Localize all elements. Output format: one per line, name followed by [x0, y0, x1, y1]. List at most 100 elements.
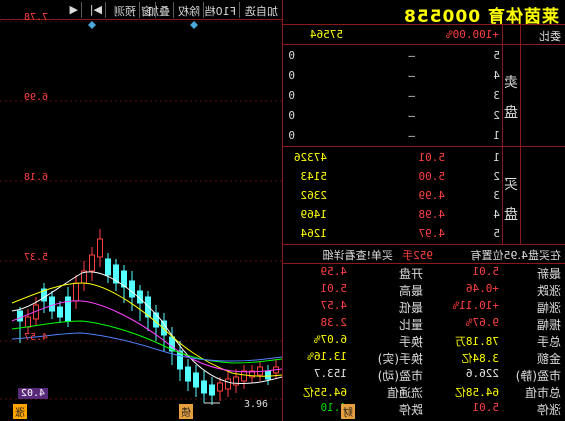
order-level: 4: [493, 69, 500, 82]
order-volume: 0: [288, 129, 295, 142]
date-marker: 涨: [13, 404, 27, 419]
weibi-label: 委比: [539, 30, 561, 43]
order-volume: 1264: [300, 227, 328, 240]
quote-label: 总手: [536, 335, 561, 349]
buy-order-row: 1 5.01 47326: [283, 148, 565, 168]
quote-value: +0.46: [465, 282, 499, 295]
toolbar-separator: [239, 2, 240, 18]
order-price: 5.00: [418, 170, 446, 183]
quote-value: 64.55亿: [302, 386, 347, 399]
candle-body: [201, 380, 207, 394]
quote-value: 153.7: [313, 367, 347, 380]
order-level: 5: [493, 227, 500, 240]
quote-label: 市盈(静): [515, 369, 561, 383]
quote-value: 5.01: [472, 401, 500, 414]
price-axis-label: 6.99: [23, 92, 48, 103]
quote-label: 总市值: [524, 386, 561, 400]
candle-body: [25, 316, 31, 328]
order-price: —: [408, 49, 415, 62]
quote-label: 换手: [398, 335, 423, 349]
order-volume: 2362: [300, 189, 328, 202]
price-axis-label: 4.57: [23, 332, 48, 343]
order-level: 3: [493, 89, 500, 102]
quote-label: 流通值: [386, 386, 423, 400]
date-marker: 债: [179, 404, 193, 419]
order-bar-text: 在买盘4.95位置有: [470, 249, 562, 262]
order-volume: 0: [288, 89, 295, 102]
toolbar-item[interactable]: 加自选: [245, 3, 278, 19]
toolbar-item[interactable]: 窗: [141, 3, 152, 19]
weibi-row: 委比 +100.00% 57564: [283, 25, 565, 45]
quote-value: 5.01: [472, 265, 500, 278]
quote-label: 涨停: [536, 403, 561, 417]
quote-value: 9.67%: [465, 316, 499, 329]
quote-value: 64.58亿: [454, 386, 499, 399]
quote-value: 5.01: [320, 282, 348, 295]
order-price: —: [408, 89, 415, 102]
toolbar-separator: [105, 2, 106, 18]
price-axis-label: 6.18: [23, 172, 48, 183]
candle-body: [65, 296, 71, 322]
order-bar-num: 952手: [402, 249, 433, 262]
quote-value: 78.18万: [454, 335, 499, 348]
quote-label: 振幅: [536, 318, 561, 332]
sell-order-row: 2 — 0: [283, 106, 565, 126]
toolbar-separator: [203, 2, 204, 18]
moving-average-line: [11, 332, 282, 362]
order-price: 5.01: [418, 151, 446, 164]
candle-body: [73, 282, 79, 302]
quote-label: 金额: [536, 352, 561, 366]
quote-value: 4.57: [320, 299, 348, 312]
kline-chart[interactable]: 3.96: [0, 21, 282, 421]
toolbar-item[interactable]: ◀: [70, 3, 78, 16]
candle-body: [57, 306, 63, 318]
toolbar-item[interactable]: ▶|: [90, 3, 102, 16]
quote-panel: 莱茵体育 000558 委比 +100.00% 57564 卖 盘 5—0 4—0…: [283, 0, 565, 421]
quote-label: 最高: [398, 284, 423, 298]
quote-label: 换手(实): [377, 352, 423, 366]
order-level: 4: [493, 208, 500, 221]
weibi-value: +100.00%: [446, 28, 499, 41]
price-axis-label: 7.78: [23, 12, 48, 23]
candle-body: [129, 280, 135, 298]
quote-value: 2.38: [320, 316, 348, 329]
order-level: 1: [493, 151, 500, 164]
order-level: 1: [493, 129, 500, 142]
quote-label: 涨幅: [536, 301, 561, 315]
toolbar-separator: [173, 2, 174, 18]
order-volume: 1469: [300, 208, 328, 221]
order-level: 5: [493, 49, 500, 62]
candle-body: [225, 378, 231, 390]
event-marker-icon: [88, 21, 96, 29]
order-detail-link[interactable]: 买单!查看详细: [323, 247, 393, 263]
quote-value: 3.84亿: [461, 352, 500, 365]
buy-order-row: 5 4.97 1264: [283, 224, 565, 244]
candle-body: [185, 366, 191, 382]
candle-body: [105, 258, 111, 276]
moving-average-line: [11, 320, 282, 364]
order-volume: 0: [288, 49, 295, 62]
buy-order-row: 4 4.98 1469: [283, 205, 565, 225]
order-volume: 0: [288, 69, 295, 82]
toolbar-separator: [155, 2, 156, 18]
candle-body: [265, 370, 271, 380]
sell-order-row: 3 — 0: [283, 86, 565, 106]
quote-label: 最低: [398, 301, 423, 315]
candle-body: [49, 296, 55, 312]
quote-value: 6.07%: [313, 333, 347, 346]
candle-body: [209, 384, 215, 396]
quote-label: 最新: [536, 267, 561, 281]
event-marker-icon: [190, 21, 198, 29]
toolbar-item[interactable]: 除权: [178, 3, 200, 19]
quote-label: 市盈(动): [377, 369, 423, 383]
quote-label: 涨跌: [536, 284, 561, 298]
price-axis-label: 5.37: [23, 252, 48, 263]
toolbar-item[interactable]: 预测: [114, 3, 136, 19]
buy-order-row: 3 4.99 2362: [283, 186, 565, 206]
sell-order-row: 5 — 0: [283, 46, 565, 66]
order-bar[interactable]: 在买盘4.95位置有 952手 买单!查看详细: [283, 244, 565, 264]
order-price: 4.99: [418, 189, 446, 202]
order-price: 4.98: [418, 208, 446, 221]
toolbar-item[interactable]: F10档: [205, 3, 236, 19]
order-price: —: [408, 129, 415, 142]
